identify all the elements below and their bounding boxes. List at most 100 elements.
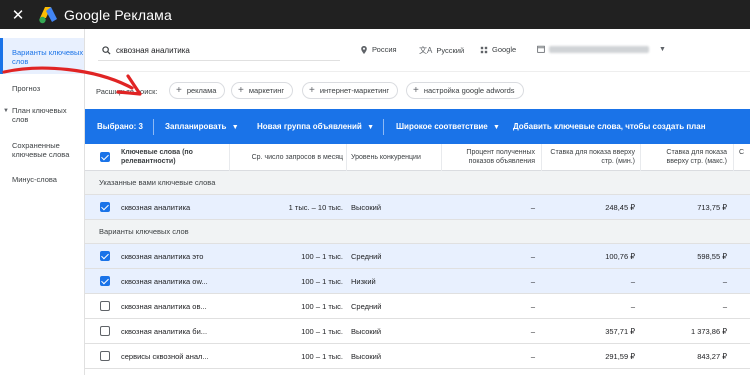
- cell-competition: Высокий: [351, 352, 382, 361]
- cell-bid-high: 713,75 ₽: [697, 203, 727, 212]
- cell-avg-searches: 100 – 1 тыс.: [301, 327, 343, 336]
- language-filter[interactable]: 文A Русский: [419, 45, 464, 56]
- chip-label: интернет-маркетинг: [319, 86, 390, 95]
- app-title: Google Реклама: [64, 6, 172, 23]
- chip-label: настройка google adwords: [423, 86, 515, 95]
- cell-avg-searches: 1 тыс. – 10 тыс.: [288, 203, 343, 212]
- chip-reklama[interactable]: + реклама: [169, 82, 226, 99]
- close-icon[interactable]: ✕: [8, 5, 28, 25]
- cell-bid-high: 1 373,86 ₽: [690, 327, 727, 336]
- cell-competition: Средний: [351, 252, 382, 261]
- google-ads-logo: [39, 6, 57, 23]
- chip-label: реклама: [186, 86, 217, 95]
- plan-dropdown[interactable]: Запланировать ▼: [165, 122, 239, 131]
- plan-label: Запланировать: [165, 122, 227, 131]
- section-provided-keywords: Указанные вами ключевые слова: [85, 171, 750, 195]
- chip-internet-marketing[interactable]: + интернет-маркетинг: [302, 82, 399, 99]
- column-divider: [541, 144, 542, 171]
- cell-competition: Средний: [351, 302, 382, 311]
- cell-competition: Высокий: [351, 203, 382, 212]
- cell-competition: Низкий: [351, 277, 376, 286]
- table-row[interactable]: сквозная аналитика би... 100 – 1 тыс. Вы…: [85, 319, 750, 344]
- search-bar: сквозная аналитика Россия 文A Русский Goo…: [85, 29, 750, 71]
- cell-impression-share: –: [530, 327, 535, 336]
- cell-bid-high: 598,55 ₽: [697, 252, 727, 261]
- column-divider: [229, 144, 230, 171]
- cell-bid-low: 248,45 ₽: [605, 203, 635, 212]
- plus-icon: +: [413, 85, 419, 96]
- sidebar-item-label: План ключевых слов: [12, 106, 67, 124]
- row-checkbox[interactable]: [100, 251, 110, 261]
- new-ad-group-dropdown[interactable]: Новая группа объявлений ▼: [257, 122, 374, 131]
- cell-bid-low: –: [630, 277, 635, 286]
- cell-bid-low: –: [630, 302, 635, 311]
- select-all-checkbox[interactable]: [100, 152, 110, 162]
- cell-keyword: сквозная аналитика би...: [121, 327, 208, 336]
- selection-toolbar: Выбрано: 3 Запланировать ▼ Новая группа …: [85, 109, 750, 144]
- col-competition[interactable]: Уровень конкуренции: [351, 154, 441, 163]
- table-row[interactable]: сквозная аналитика ов... 100 – 1 тыс. Ср…: [85, 294, 750, 319]
- plus-icon: +: [309, 85, 315, 96]
- search-icon: [102, 46, 111, 55]
- network-icon: [480, 46, 488, 53]
- col-keyword[interactable]: Ключевые слова (по релевантности): [121, 149, 221, 166]
- row-checkbox[interactable]: [100, 202, 110, 212]
- row-checkbox[interactable]: [100, 276, 110, 286]
- sidebar-item-label: Минус-слова: [12, 175, 57, 184]
- network-label: Google: [492, 45, 517, 54]
- chip-marketing[interactable]: + маркетинг: [231, 82, 294, 99]
- translate-icon: 文A: [419, 46, 433, 55]
- chip-google-adwords[interactable]: + настройка google adwords: [406, 82, 524, 99]
- cell-impression-share: –: [530, 203, 535, 212]
- network-filter[interactable]: Google: [480, 45, 516, 54]
- table-row[interactable]: сквозная аналитика ow... 100 – 1 тыс. Ни…: [85, 269, 750, 294]
- date-range-filter[interactable]: ▼: [537, 45, 666, 53]
- match-type-dropdown[interactable]: Широкое соответствие ▼: [396, 122, 500, 131]
- expand-search-bar: Расширьте поиск: + реклама + маркетинг +…: [85, 71, 750, 109]
- col-avg-searches[interactable]: Ср. число запросов в месяц: [235, 154, 343, 163]
- sidebar-item-negative-keywords[interactable]: Минус-слова: [0, 175, 84, 184]
- cell-bid-high: 843,27 ₽: [697, 352, 727, 361]
- dropdown-arrow-icon: ▼: [367, 124, 375, 131]
- row-checkbox[interactable]: [100, 301, 110, 311]
- col-extra[interactable]: С: [739, 149, 749, 158]
- plus-icon: +: [238, 85, 244, 96]
- plus-icon: +: [176, 85, 182, 96]
- sidebar-item-keyword-plan[interactable]: ▼ План ключевых слов: [0, 106, 70, 124]
- col-impression-share[interactable]: Процент полученных показов объявления: [447, 149, 535, 166]
- row-checkbox[interactable]: [100, 326, 110, 336]
- annotation-arrow: [2, 66, 142, 96]
- table-row[interactable]: сервисы сквозной анал... 100 – 1 тыс. Вы…: [85, 344, 750, 369]
- col-bid-high[interactable]: Ставка для показа вверху стр. (макс.): [645, 149, 727, 166]
- cell-competition: Высокий: [351, 327, 382, 336]
- cell-avg-searches: 100 – 1 тыс.: [301, 277, 343, 286]
- caret-down-icon: ▼: [3, 108, 9, 114]
- cell-bid-low: 100,76 ₽: [605, 252, 635, 261]
- location-filter[interactable]: Россия: [360, 45, 397, 54]
- section-keyword-ideas: Варианты ключевых слов: [85, 220, 750, 244]
- column-divider: [640, 144, 641, 171]
- table-row[interactable]: сквозная аналитика это 100 – 1 тыс. Сред…: [85, 244, 750, 269]
- row-checkbox[interactable]: [100, 351, 110, 361]
- chip-label: маркетинг: [248, 86, 285, 95]
- cell-impression-share: –: [530, 252, 535, 261]
- col-bid-low[interactable]: Ставка для показа вверху стр. (мин.): [547, 149, 635, 166]
- table-row[interactable]: сквозная аналитика 1 тыс. – 10 тыс. Высо…: [85, 195, 750, 220]
- cell-avg-searches: 100 – 1 тыс.: [301, 352, 343, 361]
- cell-bid-low: 291,59 ₽: [605, 352, 635, 361]
- add-keywords-button[interactable]: Добавить ключевые слова, чтобы создать п…: [513, 122, 706, 131]
- match-type-label: Широкое соответствие: [396, 122, 488, 131]
- location-pin-icon: [361, 45, 367, 54]
- column-divider: [733, 144, 734, 171]
- cell-avg-searches: 100 – 1 тыс.: [301, 302, 343, 311]
- cell-avg-searches: 100 – 1 тыс.: [301, 252, 343, 261]
- language-label: Русский: [436, 46, 465, 55]
- sidebar-item-saved-keywords[interactable]: Сохраненные ключевые слова: [0, 141, 75, 159]
- chevron-down-icon: ▼: [659, 45, 666, 53]
- date-range-blurred: [549, 45, 649, 53]
- cell-keyword: сквозная аналитика ов...: [121, 302, 207, 311]
- cell-bid-high: –: [722, 302, 727, 311]
- cell-impression-share: –: [530, 352, 535, 361]
- search-query: сквозная аналитика: [116, 46, 190, 55]
- cell-bid-low: 357,71 ₽: [605, 327, 635, 336]
